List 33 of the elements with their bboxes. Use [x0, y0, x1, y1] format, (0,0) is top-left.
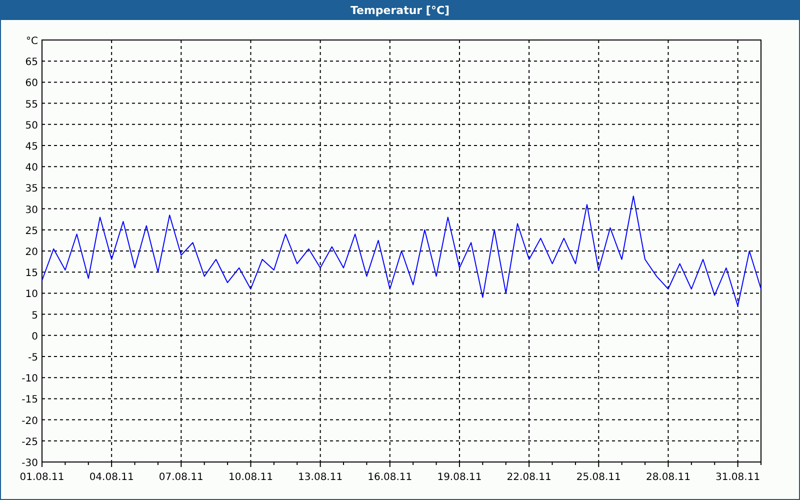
y-tick-label: 65 [25, 57, 38, 68]
x-tick-label: 04.08.11 [89, 472, 134, 483]
y-tick-label: 50 [25, 120, 38, 132]
x-tick-label: 07.08.11 [158, 472, 204, 483]
x-tick-label: 13.08.11 [298, 472, 343, 483]
y-tick-label: °C [26, 36, 38, 47]
y-tick-label: -25 [22, 436, 38, 448]
x-tick-label: 22.08.11 [506, 472, 552, 483]
y-tick-label: 25 [25, 226, 38, 237]
y-tick-label: 20 [25, 247, 38, 258]
y-tick-label: -20 [22, 416, 38, 427]
x-tick-label: 19.08.11 [437, 472, 482, 483]
y-tick-label: 60 [25, 78, 38, 90]
y-tick-label: 35 [25, 184, 38, 195]
y-tick-label: -15 [22, 394, 38, 406]
y-tick-label: 0 [32, 331, 38, 342]
x-tick-label: 25.08.11 [576, 472, 621, 483]
y-tick-label: -10 [22, 374, 38, 385]
y-tick-label: 40 [25, 162, 38, 174]
x-tick-label: 16.08.11 [368, 472, 412, 483]
y-tick-label: 15 [25, 268, 38, 280]
y-tick-label: 45 [25, 142, 38, 152]
y-tick-label: 5 [32, 310, 38, 322]
y-tick-label: -5 [28, 352, 38, 364]
y-tick-label: 10 [25, 289, 38, 300]
x-tick-label: 01.08.11 [20, 472, 64, 483]
window-title: Temperatur [°C] [350, 4, 450, 16]
y-tick-label: 55 [25, 99, 38, 110]
x-tick-label: 31.08.11 [716, 472, 760, 483]
x-tick-label: 28.08.11 [646, 472, 690, 483]
x-tick-label: 10.08.11 [228, 472, 273, 483]
y-tick-label: 30 [25, 204, 38, 216]
y-tick-label: -30 [22, 458, 38, 469]
